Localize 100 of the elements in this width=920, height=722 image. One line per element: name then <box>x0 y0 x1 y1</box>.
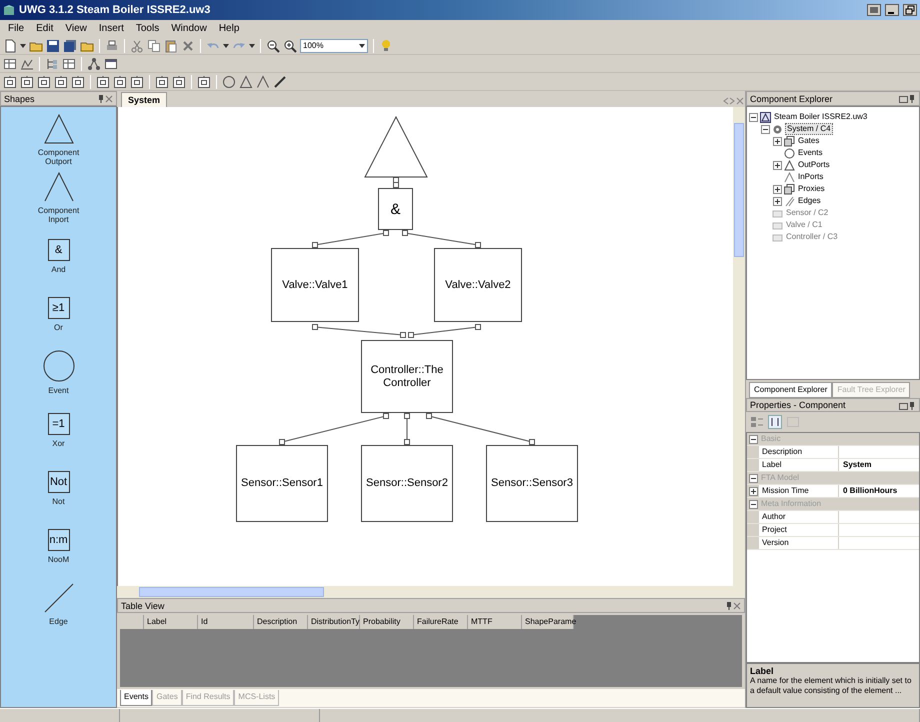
frame-icon[interactable] <box>113 74 127 88</box>
menu-item[interactable]: File <box>2 23 30 34</box>
pin-icon[interactable] <box>908 94 916 103</box>
tree-icon[interactable] <box>45 56 59 70</box>
dropdown-caret-icon[interactable] <box>249 44 255 48</box>
expander-icon[interactable] <box>761 124 770 134</box>
close-icon[interactable] <box>105 94 113 103</box>
gate-symbol[interactable]: Not <box>48 470 70 492</box>
copy-icon[interactable] <box>147 38 161 52</box>
network-icon[interactable] <box>87 56 101 70</box>
window-icon[interactable] <box>899 400 908 410</box>
menu-item[interactable]: Tools <box>130 23 166 34</box>
zoom-in-icon[interactable] <box>283 38 297 52</box>
restore-button[interactable] <box>903 4 917 16</box>
property-row[interactable]: Version <box>747 537 919 550</box>
shape-label[interactable]: Not <box>52 496 65 506</box>
expander-icon[interactable] <box>773 136 782 146</box>
outport-triangle[interactable] <box>364 116 428 178</box>
column-header[interactable]: ShapeParame <box>522 615 574 629</box>
scroll-thumb[interactable] <box>734 123 744 257</box>
shape-label[interactable]: NooM <box>48 554 70 564</box>
shape-label[interactable]: Component Outport <box>38 148 80 166</box>
frame-icon[interactable] <box>130 74 144 88</box>
tree-item[interactable]: Sensor / C2 <box>785 207 830 219</box>
connector[interactable] <box>402 230 481 248</box>
frame-icon[interactable] <box>37 74 51 88</box>
shape-label[interactable]: Event <box>48 386 69 394</box>
component-box[interactable]: Controller::The Controller <box>361 340 453 413</box>
grid-icon[interactable] <box>3 56 17 70</box>
minimize-button[interactable] <box>885 4 899 16</box>
tree-item[interactable]: InPorts <box>797 171 824 183</box>
outport-triangle-icon[interactable] <box>44 114 74 144</box>
save-icon[interactable] <box>46 38 60 52</box>
delete-icon[interactable] <box>181 38 195 52</box>
scroll-thumb[interactable] <box>139 587 324 597</box>
expander-icon[interactable] <box>749 112 758 122</box>
lightbulb-icon[interactable] <box>379 38 393 52</box>
gate-symbol[interactable]: n:m <box>48 528 70 550</box>
inport-caret-icon[interactable] <box>44 172 74 202</box>
component-box[interactable]: Sensor::Sensor1 <box>236 445 328 522</box>
tree-item[interactable]: Controller / C3 <box>785 231 839 243</box>
gate-symbol[interactable]: =1 <box>48 412 70 434</box>
frame-icon[interactable] <box>20 74 34 88</box>
grid-icon[interactable] <box>62 56 76 70</box>
window-icon[interactable] <box>104 56 118 70</box>
shape-label[interactable]: Edge <box>49 616 68 626</box>
column-header[interactable]: Id <box>198 615 254 629</box>
column-header[interactable]: Description <box>254 615 308 629</box>
bottom-tab[interactable]: Events <box>120 690 152 706</box>
dropdown-caret-icon[interactable] <box>20 44 26 48</box>
frame-icon[interactable] <box>54 74 68 88</box>
tree-item[interactable]: Edges <box>797 195 822 207</box>
connector[interactable] <box>279 413 389 445</box>
line-icon[interactable] <box>273 74 287 88</box>
gate-symbol[interactable]: ≥1 <box>48 296 70 318</box>
tree-item[interactable]: Events <box>797 147 824 159</box>
expander-icon[interactable] <box>773 184 782 194</box>
cut-icon[interactable] <box>130 38 144 52</box>
column-header[interactable]: DistributionTy <box>308 615 360 629</box>
zoom-out-icon[interactable] <box>266 38 280 52</box>
tree-item[interactable]: OutPorts <box>797 159 831 171</box>
new-document-icon[interactable] <box>3 38 17 52</box>
frame-icon[interactable] <box>172 74 186 88</box>
property-row[interactable]: Description <box>747 446 919 459</box>
menu-item[interactable]: Edit <box>30 23 60 34</box>
print-icon[interactable] <box>105 38 119 52</box>
component-box[interactable]: Valve::Valve1 <box>271 248 359 322</box>
tree-item[interactable]: Proxies <box>797 183 826 195</box>
component-box[interactable]: Valve::Valve2 <box>434 248 522 322</box>
property-value[interactable]: 0 BillionHours <box>843 486 898 495</box>
triangle-icon[interactable] <box>239 74 253 88</box>
vertical-scrollbar[interactable] <box>733 107 745 586</box>
zoom-dropdown[interactable]: 100% <box>300 38 368 52</box>
connector[interactable] <box>312 324 406 338</box>
tree-item[interactable]: Gates <box>797 135 820 147</box>
gate-box[interactable]: & <box>378 188 413 230</box>
gate-symbol[interactable]: & <box>48 238 70 260</box>
pin-icon[interactable] <box>725 601 733 610</box>
expander-icon[interactable] <box>748 434 758 444</box>
expander-icon[interactable] <box>748 486 758 496</box>
connector[interactable] <box>426 413 535 445</box>
menu-item[interactable]: Help <box>212 23 246 34</box>
pin-icon[interactable] <box>97 94 105 103</box>
edge-line-icon[interactable] <box>44 582 74 612</box>
dropdown-caret-icon[interactable] <box>223 44 229 48</box>
column-header[interactable]: Label <box>144 615 198 629</box>
tree-item[interactable]: System / C4 <box>785 123 833 135</box>
component-box[interactable]: Sensor::Sensor3 <box>486 445 578 522</box>
expander-icon[interactable] <box>773 160 782 170</box>
frame-icon[interactable] <box>96 74 110 88</box>
component-box[interactable]: Sensor::Sensor2 <box>361 445 453 522</box>
event-circle-icon[interactable] <box>42 350 74 382</box>
frame-icon[interactable] <box>71 74 85 88</box>
expander-icon[interactable] <box>748 500 758 508</box>
window-icon[interactable] <box>899 94 908 103</box>
document-tab[interactable]: System <box>121 92 168 107</box>
frame-icon[interactable] <box>3 74 17 88</box>
horizontal-scrollbar[interactable] <box>117 586 745 598</box>
window-menu-button[interactable] <box>867 4 881 16</box>
property-value[interactable]: System <box>843 460 872 469</box>
